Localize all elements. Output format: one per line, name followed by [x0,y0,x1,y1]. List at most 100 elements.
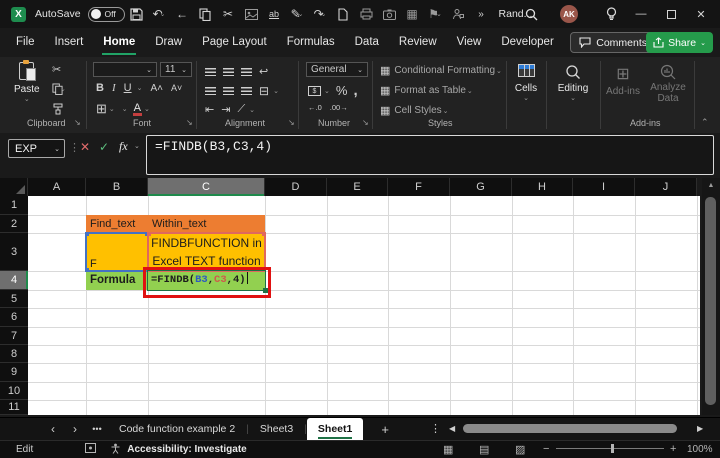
copy-icon[interactable] [194,0,217,28]
row-header-1[interactable]: 1 [0,196,28,215]
column-header-C[interactable]: C [148,178,265,196]
accessibility-icon[interactable] [110,443,121,457]
undo-icon[interactable]: ↶ ⌄ [148,0,171,28]
tab-draw[interactable]: Draw [145,28,192,57]
select-all-corner[interactable] [0,178,28,196]
formula-input[interactable]: =FINDB(B3,C3,4) [146,135,714,175]
draw-pen-icon[interactable]: ✎ ⌄ [286,0,309,28]
zoom-slider-thumb[interactable] [611,444,614,453]
minimize-button[interactable]: — [626,0,656,28]
hscroll-right-icon[interactable]: ▶ [697,424,703,433]
column-header-J[interactable]: J [635,178,697,196]
alignment-dialog-launcher[interactable]: ↘ [288,118,295,127]
increase-decimal-button[interactable]: ←.0 [308,103,322,112]
tab-review[interactable]: Review [389,28,447,57]
camera-icon[interactable] [378,0,401,28]
tab-home[interactable]: Home [93,28,145,57]
picture-icon[interactable] [240,0,263,28]
cut-icon[interactable]: ✂ [52,63,61,76]
number-format-select[interactable]: General ⌄ [306,62,368,77]
zoom-out-icon[interactable]: − [543,443,549,455]
format-as-table-button[interactable]: ▦ Format as Table ⌄ [380,84,473,97]
cut-icon[interactable]: ✂ [217,0,240,28]
normal-view-icon[interactable]: ▦ [443,443,453,456]
maximize-button[interactable] [656,0,686,28]
row-header-10[interactable]: 10 [0,382,28,400]
format-painter-icon[interactable] [52,103,64,115]
row-header-9[interactable]: 9 [0,363,28,382]
tabbar-menu-icon[interactable]: ⋮ [430,422,441,435]
clipboard-dialog-launcher[interactable]: ↘ [74,118,81,127]
paste-button[interactable]: Paste ⌄ [14,60,40,103]
analyze-data-button[interactable]: Analyze Data [646,64,690,104]
tab-page-layout[interactable]: Page Layout [192,28,277,57]
merge-center-button[interactable]: ⊟ [259,84,269,98]
tab-file[interactable]: File [6,28,45,57]
tab-view[interactable]: View [447,28,492,57]
align-top-button[interactable] [205,67,216,76]
align-center-button[interactable] [223,87,234,95]
column-header-B[interactable]: B [86,178,148,196]
align-left-button[interactable] [205,87,216,95]
row-header-3[interactable]: 3 [0,233,28,271]
shrink-font-button[interactable]: A˅ [171,83,182,93]
italic-button[interactable]: I [112,82,116,94]
table-icon[interactable]: ▦ [401,0,424,28]
search-icon[interactable] [516,0,546,28]
macro-record-icon[interactable] [85,443,97,456]
row-header-6[interactable]: 6 [0,308,28,327]
percent-style-button[interactable]: % [336,83,348,98]
insert-function-icon[interactable]: fx [119,139,128,154]
page-layout-view-icon[interactable]: ▤ [479,443,489,456]
increase-indent-button[interactable]: ⇥ [221,103,230,116]
editing-button[interactable]: Editing ⌄ [551,64,595,102]
grow-font-button[interactable]: A˄ [150,83,163,94]
sheet-tab-sheet3[interactable]: Sheet3 [249,418,304,441]
add-sheet-button[interactable]: + [381,422,389,437]
underline-menu-chevron[interactable]: ⌄ [137,84,143,92]
toolbar-overflow-icon[interactable]: » [470,0,493,28]
printer-icon[interactable] [355,0,378,28]
enter-icon[interactable]: ✓ [99,140,109,154]
column-header-F[interactable]: F [388,178,450,196]
copy-icon[interactable]: ⌄ [52,83,66,95]
accessibility-status[interactable]: Accessibility: Investigate [127,444,247,455]
sheet-next-icon[interactable]: › [64,422,86,436]
align-bottom-button[interactable] [241,67,252,76]
wrap-text-button[interactable]: ↩ [259,65,268,78]
person-lock-icon[interactable] [447,0,470,28]
replace-icon[interactable]: ab [263,0,286,28]
scroll-up-icon[interactable]: ▲ [702,178,720,189]
cell-B4[interactable]: Formula [86,271,148,290]
name-box[interactable]: EXP ⌄ [8,139,65,158]
cell-B3[interactable]: F [86,233,148,271]
sheet-prev-icon[interactable]: ‹ [42,422,64,436]
cell-B2[interactable]: Find_text [86,215,148,233]
font-name-select[interactable]: ⌄ [93,62,157,77]
sheet-tab-sheet1-active[interactable]: Sheet1 [306,417,364,441]
close-button[interactable]: ✕ [686,0,716,28]
column-header-A[interactable]: A [28,178,86,196]
decrease-decimal-button[interactable]: .00→ [330,103,348,112]
decrease-indent-button[interactable]: ⇤ [205,103,214,116]
row-header-4[interactable]: 4 [0,271,28,290]
zoom-in-icon[interactable]: + [670,443,676,455]
borders-button[interactable]: ⊞ [96,101,107,117]
number-dialog-launcher[interactable]: ↘ [362,118,369,127]
row-header-5[interactable]: 5 [0,290,28,308]
conditional-formatting-button[interactable]: ▦ Conditional Formatting ⌄ [380,64,502,77]
accounting-format-button[interactable]: $ [308,85,321,96]
addins-button[interactable]: ⊞ Add-ins [604,64,642,97]
lightbulb-icon[interactable] [596,0,626,28]
excel-logo-icon[interactable]: X [11,6,26,22]
row-header-7[interactable]: 7 [0,327,28,345]
column-header-E[interactable]: E [327,178,388,196]
font-size-select[interactable]: 11 ⌄ [160,62,192,77]
column-header-D[interactable]: D [265,178,327,196]
tab-developer[interactable]: Developer [491,28,563,57]
comma-style-button[interactable]: , [353,82,357,99]
orientation-button[interactable]: ⟋ [237,103,245,116]
align-middle-button[interactable] [223,67,234,76]
cells-button[interactable]: Cells ⌄ [510,64,542,102]
fx-chevron[interactable]: ⌄ [134,142,140,150]
